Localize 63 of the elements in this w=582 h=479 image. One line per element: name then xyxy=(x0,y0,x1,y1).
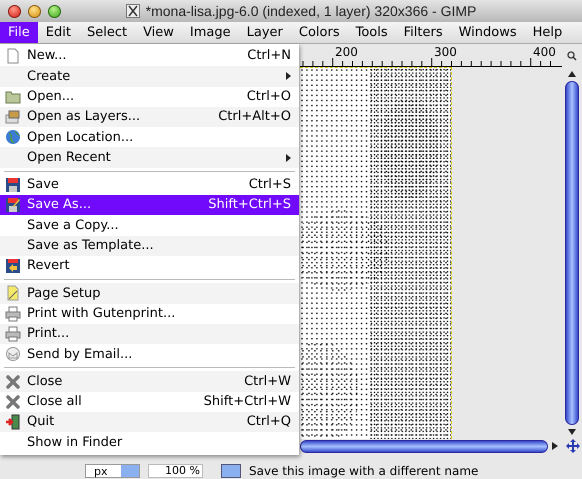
close-window-button[interactable] xyxy=(8,4,21,18)
menu-item[interactable]: Open... Ctrl+O xyxy=(0,86,299,107)
floppy-pencil-icon xyxy=(5,197,21,214)
ruler-label: 400 xyxy=(533,46,556,58)
envelope-icon xyxy=(5,346,21,362)
zoom-window-button[interactable] xyxy=(48,4,61,18)
menu-item[interactable]: New... Ctrl+N xyxy=(0,46,299,66)
floppy-icon xyxy=(5,176,21,193)
minimize-window-button[interactable] xyxy=(28,4,41,18)
menu-item[interactable]: Quit Ctrl+Q xyxy=(0,412,299,432)
navigate-icon[interactable] xyxy=(566,439,580,453)
folder-icon xyxy=(5,88,21,105)
menu-item[interactable]: Send by Email... xyxy=(0,344,299,364)
menu-item[interactable]: Save Ctrl+S xyxy=(0,174,299,196)
menu-item[interactable]: Windows xyxy=(450,22,525,43)
menu-item[interactable]: Save As... Shift+Ctrl+S xyxy=(0,195,299,216)
unit-dropdown[interactable]: px xyxy=(85,464,140,478)
menu-item[interactable]: Colors xyxy=(290,22,348,43)
menu-item[interactable]: Select xyxy=(78,22,136,43)
menu-item[interactable]: View xyxy=(135,22,182,43)
menu-item[interactable]: Open Location... xyxy=(0,127,299,148)
menu-item[interactable]: Revert xyxy=(0,256,299,276)
menu-item[interactable]: Help xyxy=(524,22,570,43)
menu-item[interactable]: Open Recent xyxy=(0,147,299,168)
menu-item[interactable]: Page Setup xyxy=(0,283,299,304)
menu-item[interactable]: Print with Gutenprint... xyxy=(0,304,299,324)
close-icon xyxy=(5,394,21,410)
menu-item[interactable]: Show in Finder xyxy=(0,432,299,453)
menu-item[interactable]: Tools xyxy=(348,22,396,43)
scroll-up-arrow-icon[interactable] xyxy=(568,71,576,77)
menu-item[interactable]: Save a Copy... xyxy=(0,215,299,236)
menu-item[interactable]: Image xyxy=(182,22,239,43)
printer-icon xyxy=(5,326,21,342)
menu-item[interactable]: Save as Template... xyxy=(0,236,299,256)
menu-item[interactable]: Edit xyxy=(38,22,79,43)
menu-item[interactable]: Close Ctrl+W xyxy=(0,371,299,392)
zoom-icon xyxy=(567,50,577,60)
zoom-field[interactable]: 100 % xyxy=(148,464,203,478)
vertical-scrollbar-thumb[interactable] xyxy=(565,81,579,425)
window-title: *mona-lisa.jpg-6.0 (indexed, 1 layer) 320x366 - GIMP xyxy=(146,2,476,21)
globe-icon xyxy=(5,129,21,146)
printer-icon xyxy=(5,306,21,322)
document-icon xyxy=(5,48,21,64)
menu-item[interactable]: Print... xyxy=(0,324,299,344)
menu-item[interactable]: Open as Layers... Ctrl+Alt+O xyxy=(0,106,299,128)
revert-icon xyxy=(5,258,21,274)
menu-item[interactable]: File xyxy=(0,22,38,43)
status-message-dropdown[interactable] xyxy=(221,464,241,478)
scroll-right-arrow-icon[interactable] xyxy=(552,442,558,450)
menu-item[interactable]: Close all Shift+Ctrl+W xyxy=(0,392,299,412)
horizontal-scrollbar-thumb[interactable] xyxy=(300,440,548,452)
x11-app-icon xyxy=(126,4,140,18)
close-icon xyxy=(5,374,21,390)
exit-door-icon xyxy=(5,414,21,430)
menu-item[interactable]: Create xyxy=(0,66,299,87)
page-setup-icon xyxy=(5,285,21,302)
layers-icon xyxy=(5,109,21,126)
ruler-label: 300 xyxy=(434,46,457,58)
menu-item[interactable]: Layer xyxy=(238,22,291,43)
status-message: Save this image with a different name xyxy=(249,465,478,478)
scroll-down-arrow-icon[interactable] xyxy=(568,429,576,435)
ruler-label: 200 xyxy=(335,46,358,58)
menu-item[interactable]: Filters xyxy=(396,22,451,43)
